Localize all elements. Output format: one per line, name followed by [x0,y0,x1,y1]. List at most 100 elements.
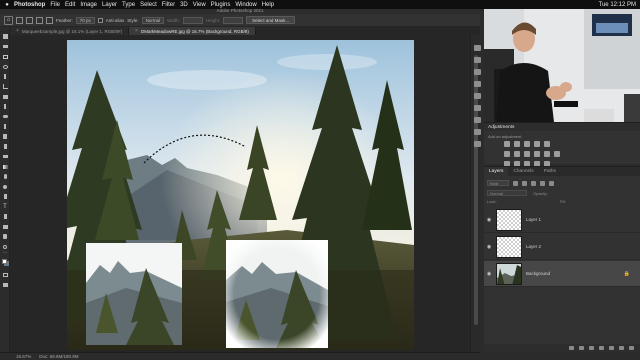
marquee-tool-icon[interactable] [16,16,23,24]
quick-selection-icon[interactable] [1,73,9,80]
subtract-selection-icon[interactable] [46,16,53,24]
new-adjustment-icon[interactable] [599,346,604,350]
brightness-contrast-icon[interactable] [504,141,510,147]
type-tool-icon[interactable]: T [1,203,9,210]
screen-mode-icon[interactable] [1,281,9,288]
foreground-color-swatch[interactable] [2,259,7,264]
menu-filter[interactable]: Filter [162,2,180,8]
eyedropper-icon[interactable] [1,103,9,110]
width-field[interactable] [182,16,203,24]
tab-layers[interactable]: Layers [484,167,509,176]
menu-layer[interactable]: Layer [102,2,122,8]
frame-tool-icon[interactable] [1,93,9,100]
menu-help[interactable]: Help [262,2,279,8]
gradient-tool-icon[interactable] [1,163,9,170]
new-layer-icon[interactable] [619,346,624,350]
tab-marquee-example[interactable]: × MarqueeExample.jpg @ 16.1% (Layer 1, R… [10,27,130,35]
type-filter-icon[interactable] [531,180,536,186]
artboard-tool-icon[interactable] [1,43,9,50]
black-white-icon[interactable] [524,151,530,157]
close-icon[interactable]: × [135,28,138,34]
quick-mask-icon[interactable] [1,271,9,278]
tab-paths[interactable]: Paths [539,167,561,176]
libraries-panel-icon[interactable] [474,93,481,99]
menu-image[interactable]: Image [80,2,102,8]
feather-field[interactable]: 70 px [75,16,95,24]
lasso-tool-icon[interactable] [1,63,9,70]
path-selection-icon[interactable] [1,213,9,220]
menu-photoshop[interactable]: Photoshop [14,2,50,8]
eye-icon[interactable]: ◉ [484,271,494,277]
new-selection-icon[interactable] [26,16,33,24]
layer-1-content[interactable] [86,243,182,345]
history-panel-icon[interactable] [474,45,481,51]
pixel-filter-icon[interactable] [513,180,518,186]
layer-row-layer-1[interactable]: ◉ Layer 1 [484,207,640,233]
anti-alias-checkbox[interactable] [97,17,103,23]
glyphs-panel-icon[interactable] [474,141,481,147]
layer-style-icon[interactable] [579,346,584,350]
menu-type[interactable]: Type [122,2,140,8]
apple-icon[interactable]: ● [0,2,14,8]
menu-file[interactable]: File [50,2,65,8]
hue-saturation-icon[interactable] [504,151,510,157]
eye-icon[interactable]: ◉ [484,217,494,223]
curves-icon[interactable] [524,141,530,147]
swatches-panel-icon[interactable] [474,81,481,87]
more-tools-icon[interactable]: ⋯ [1,249,9,256]
layer-row-background[interactable]: ◉ Background 🔒 [484,261,640,287]
link-layers-icon[interactable] [569,346,574,350]
style-select[interactable]: Normal [141,16,165,24]
levels-icon[interactable] [514,141,520,147]
home-icon[interactable]: ⌂ [4,15,13,25]
rectangular-marquee-icon[interactable] [1,53,9,60]
properties-panel-icon[interactable] [474,57,481,63]
tab-meadow[interactable]: × DMarkMeadowRE.jpg @ 16.7% (Background,… [129,27,256,35]
color-panel-icon[interactable] [474,69,481,75]
exposure-icon[interactable] [534,141,540,147]
zoom-level[interactable]: 16.67% [16,354,31,359]
add-mask-icon[interactable] [589,346,594,350]
shape-filter-icon[interactable] [540,180,545,186]
rectangle-tool-icon[interactable] [1,223,9,230]
close-icon[interactable]: × [16,28,19,34]
hand-tool-icon[interactable] [1,233,9,240]
smart-object-filter-icon[interactable] [549,180,554,186]
blur-tool-icon[interactable] [1,173,9,180]
new-group-icon[interactable] [609,346,614,350]
crop-tool-icon[interactable] [1,83,9,90]
vibrance-icon[interactable] [544,141,550,147]
menu-select[interactable]: Select [140,2,162,8]
brushes-panel-icon[interactable] [474,105,481,111]
menu-edit[interactable]: Edit [65,2,80,8]
menu-plugins[interactable]: Plugins [211,2,236,8]
menu-view[interactable]: View [193,2,211,8]
tab-channels[interactable]: Channels [508,167,538,176]
layer-kind-select[interactable]: Kind [487,180,509,186]
brush-tool-icon[interactable] [1,123,9,130]
adjustment-filter-icon[interactable] [522,180,527,186]
pen-tool-icon[interactable] [1,193,9,200]
trash-icon[interactable] [629,346,634,350]
spot-healing-icon[interactable] [1,113,9,120]
color-balance-icon[interactable] [514,151,520,157]
menu-3d[interactable]: 3D [180,2,193,8]
move-tool-icon[interactable] [1,33,9,40]
character-panel-icon[interactable] [474,117,481,123]
height-field[interactable] [223,16,244,24]
photo-filter-icon[interactable] [534,151,540,157]
select-and-mask-button[interactable]: Select and Mask... [246,16,296,24]
layer-row-layer-2[interactable]: ◉ Layer 2 [484,234,640,260]
add-selection-icon[interactable] [36,16,43,24]
eye-icon[interactable]: ◉ [484,244,494,250]
clone-stamp-icon[interactable] [1,133,9,140]
color-lookup-icon[interactable] [554,151,560,157]
channel-mixer-icon[interactable] [544,151,550,157]
menu-window[interactable]: Window [235,2,261,8]
paragraph-panel-icon[interactable] [474,129,481,135]
layer-2-content[interactable] [226,240,328,348]
eraser-tool-icon[interactable] [1,153,9,160]
blend-mode-select[interactable]: Normal [487,190,527,196]
history-brush-icon[interactable] [1,143,9,150]
dodge-tool-icon[interactable] [1,183,9,190]
